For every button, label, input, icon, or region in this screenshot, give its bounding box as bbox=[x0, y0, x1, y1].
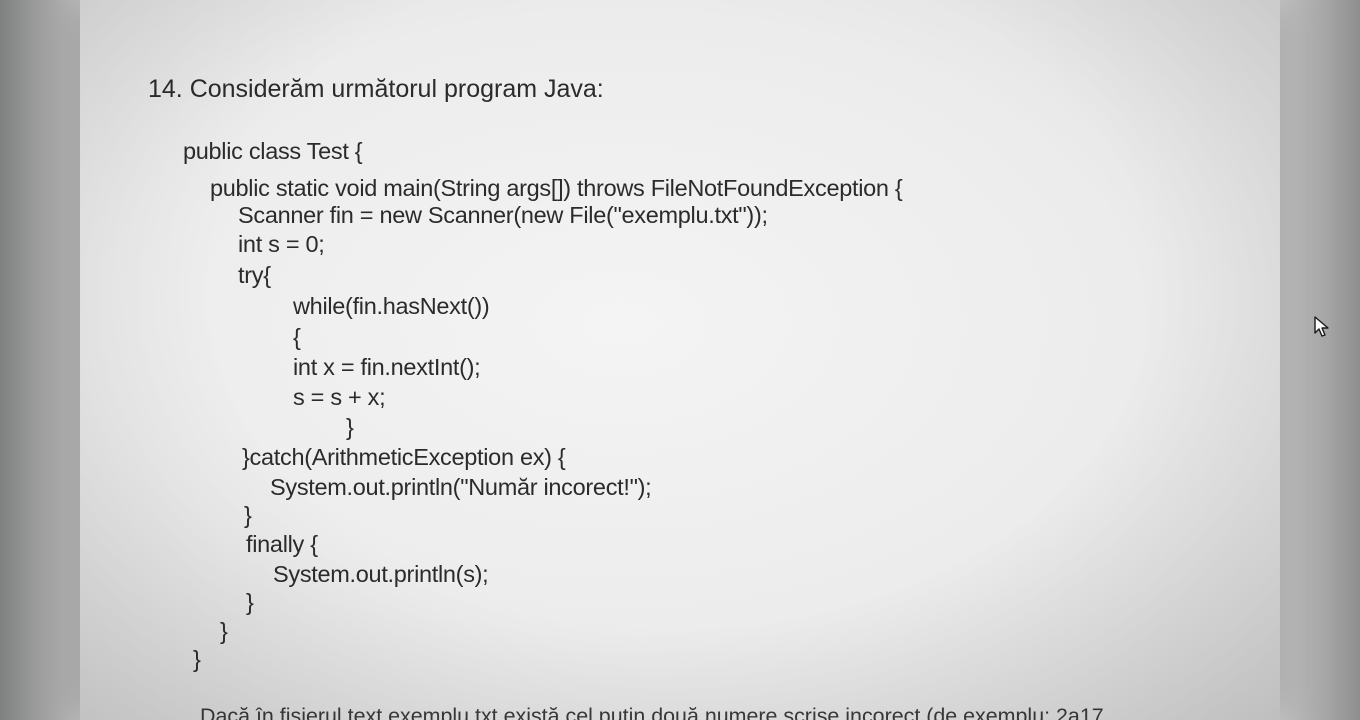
code-line: { bbox=[293, 324, 301, 350]
code-line: s = s + x; bbox=[293, 384, 386, 410]
code-line: } bbox=[346, 414, 354, 440]
question-footer-text: Dacă în fișierul text exemplu.txt există… bbox=[200, 705, 1104, 720]
code-line: System.out.println(s); bbox=[273, 561, 489, 587]
code-line: } bbox=[220, 618, 228, 644]
code-line: System.out.println("Număr incorect!"); bbox=[270, 474, 652, 500]
code-line: Scanner fin = new Scanner(new File("exem… bbox=[238, 202, 768, 228]
code-line: while(fin.hasNext()) bbox=[293, 293, 490, 319]
code-line: public class Test { bbox=[183, 138, 363, 164]
mouse-pointer-icon bbox=[1314, 316, 1329, 337]
code-line: int x = fin.nextInt(); bbox=[293, 354, 481, 380]
code-line: int s = 0; bbox=[238, 231, 325, 257]
document-page: 14. Considerăm următorul program Java: p… bbox=[80, 0, 1280, 720]
code-line: public static void main(String args[]) t… bbox=[210, 175, 903, 201]
code-line: } bbox=[244, 502, 252, 528]
question-heading: 14. Considerăm următorul program Java: bbox=[148, 75, 604, 103]
code-line: finally { bbox=[246, 531, 318, 557]
code-line: } bbox=[193, 646, 201, 672]
monitor-bezel-right bbox=[1270, 0, 1360, 720]
code-line: }catch(ArithmeticException ex) { bbox=[242, 444, 566, 470]
photo-vignette bbox=[80, 0, 1280, 720]
code-line: try{ bbox=[238, 262, 271, 288]
code-line: } bbox=[246, 589, 254, 615]
monitor-bezel-left bbox=[0, 0, 90, 720]
